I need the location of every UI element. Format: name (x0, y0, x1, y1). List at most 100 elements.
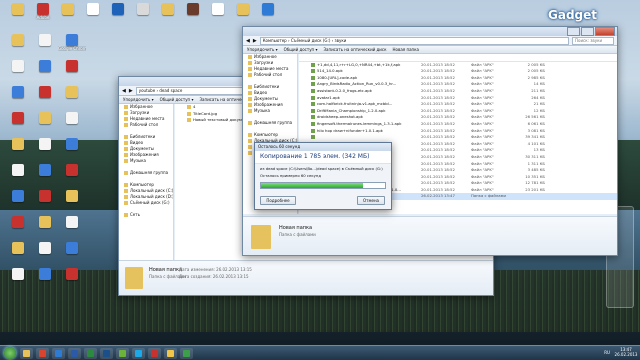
start-button[interactable] (4, 347, 16, 359)
desktop-icon[interactable] (58, 164, 86, 190)
table-row[interactable]: DriftMania_Championship_1.2.0.apk 20.01.2… (299, 108, 617, 115)
maximize-button[interactable] (581, 27, 594, 36)
desktop-icon[interactable] (31, 86, 59, 112)
table-row[interactable]: 20.01.2013 18:52 Файл "APK" 39 341 КБ (299, 134, 617, 141)
desktop-icon[interactable] (79, 3, 107, 29)
desktop-icon[interactable]: Google Chrome (58, 34, 86, 60)
organize-button[interactable]: Упорядочить ▾ (123, 96, 154, 103)
address-bar[interactable]: ◀ ▶ Компьютер › Съёмный диск (G:) › звуки… (243, 36, 617, 46)
taskbar-skype-button[interactable] (132, 347, 145, 359)
desktop-icon[interactable] (31, 112, 59, 138)
desktop-icon[interactable] (4, 138, 32, 164)
file-size: 23 201 КБ (525, 186, 545, 192)
table-row[interactable]: 514_14.0.apk 20.01.2013 18:52 Файл "APK" 2 … (299, 68, 617, 75)
search-input[interactable]: Поиск: звуки (572, 36, 614, 45)
taskbar-opera-button[interactable] (148, 347, 161, 359)
address-field[interactable]: Компьютер › Съёмный диск (G:) › звуки (259, 36, 569, 45)
language-indicator[interactable]: RU (604, 350, 610, 355)
column-headers[interactable] (299, 54, 617, 62)
desktop-icon[interactable] (4, 60, 32, 86)
desktop-icon[interactable] (31, 268, 59, 294)
table-row[interactable]: avatar1.apk 20.01.2013 18:52 Файл "APK" 264… (299, 95, 617, 102)
details-button[interactable]: Подробнее (260, 196, 296, 205)
copy-progress-dialog[interactable]: Осталось 60 секунд Копирование 1 785 эле… (254, 142, 392, 210)
forward-icon[interactable]: ▶ (253, 38, 257, 44)
table-row[interactable]: +1,dd,4,11,r+r+LG,0,+NR44,+bt,+1k,f,apk 2… (299, 62, 617, 69)
desktop-icon[interactable]: Adobe (29, 3, 57, 29)
forward-icon[interactable]: ▶ (129, 88, 133, 94)
desktop-icon[interactable] (58, 242, 86, 268)
desktop-icon[interactable] (31, 190, 59, 216)
taskbar-folder-button[interactable] (20, 347, 33, 359)
taskbar-chrome-button[interactable] (36, 347, 49, 359)
new-folder-button[interactable]: Новая папка (393, 46, 420, 53)
desktop-icon[interactable] (4, 34, 32, 60)
table-row[interactable]: fingersoft.thermalrunes.lemmings_1.3.1.a… (299, 121, 617, 128)
desktop-icon[interactable] (31, 216, 59, 242)
nav-item-label: Недавние места (130, 116, 165, 121)
desktop-icon[interactable] (54, 3, 82, 29)
desktop-icon[interactable] (58, 268, 86, 294)
window-titlebar[interactable] (243, 27, 617, 36)
desktop-icon[interactable] (4, 3, 32, 29)
desktop-icon[interactable] (58, 86, 86, 112)
organize-button[interactable]: Упорядочить ▾ (247, 46, 278, 53)
table-row[interactable]: droidsheep-oneshot.apk 20.01.2013 18:52 Фа… (299, 114, 617, 121)
desktop-icon[interactable] (4, 112, 32, 138)
close-button[interactable] (595, 27, 615, 36)
desktop-icon[interactable] (204, 3, 232, 29)
file-type: Файл "APK" (471, 134, 494, 140)
desktop-icon[interactable] (31, 60, 59, 86)
desktop-icon[interactable] (179, 3, 207, 29)
taskbar-explorer-button[interactable] (164, 347, 177, 359)
explorer-window-sounds[interactable]: ◀ ▶ Компьютер › Съёмный диск (G:) › звуки… (242, 26, 618, 256)
desktop-icon[interactable] (4, 268, 32, 294)
table-row[interactable]: Angry_BirdsRadio_Action_Run_v0.0.3_hr...… (299, 81, 617, 88)
nav-item-label: Домашняя группа (130, 170, 169, 175)
taskbar-camtasia-button[interactable] (180, 347, 193, 359)
share-button[interactable]: Общий доступ ▾ (284, 46, 318, 53)
burn-button[interactable]: Записать на оптический диск (323, 46, 386, 53)
file-size: 3 081 КБ (527, 127, 545, 133)
apk-icon (311, 135, 315, 140)
cancel-button[interactable]: Отмена (357, 196, 385, 205)
desktop-icon[interactable] (4, 164, 32, 190)
desktop-icon[interactable] (58, 190, 86, 216)
minimize-button[interactable] (567, 27, 580, 36)
share-button[interactable]: Общий доступ ▾ (160, 96, 194, 103)
back-icon[interactable]: ◀ (246, 38, 250, 44)
desktop-icon[interactable] (129, 3, 157, 29)
nav-item[interactable]: Домашняя группа (119, 170, 173, 176)
desktop-icon[interactable] (4, 242, 32, 268)
system-clock[interactable]: 13:47 26.02.2013 (614, 347, 638, 357)
file-size: 13 КБ (533, 147, 545, 153)
back-icon[interactable]: ◀ (122, 88, 126, 94)
desktop-icon[interactable] (31, 164, 59, 190)
table-row[interactable]: com.halfbrick.fruitninja-v1.apk_mcbbl...… (299, 101, 617, 108)
nav-item[interactable]: Домашняя группа (243, 120, 297, 126)
desktop-icon[interactable] (58, 216, 86, 242)
taskbar-excel-button[interactable] (84, 347, 97, 359)
desktop-icon[interactable] (4, 86, 32, 112)
taskbar-media-button[interactable] (52, 347, 65, 359)
desktop-icon[interactable] (58, 138, 86, 164)
table-row[interactable]: assistant-0.2.0_frogs-etc.apk 20.01.2013 … (299, 88, 617, 95)
folder-icon (248, 103, 252, 107)
taskbar-torrent-button[interactable] (116, 347, 129, 359)
desktop-icon[interactable] (31, 138, 59, 164)
taskbar-photoshop-button[interactable] (100, 347, 113, 359)
taskbar-word-button[interactable] (68, 347, 81, 359)
nav-item[interactable]: Съёмный диск (G:) (119, 200, 173, 206)
desktop-icon[interactable] (58, 60, 86, 86)
desktop-icon[interactable] (31, 242, 59, 268)
nav-item[interactable]: Сеть (119, 212, 173, 218)
table-row[interactable]: 1080-[URL]-code.apk 20.01.2013 18:52 Файл … (299, 75, 617, 82)
desktop-icon[interactable] (58, 112, 86, 138)
desktop-icon[interactable] (104, 3, 132, 29)
desktop-icon[interactable] (154, 3, 182, 29)
table-row[interactable]: hilo hop draw+nifunder+1.0.1.apk 20.01.20… (299, 128, 617, 135)
desktop-icon[interactable] (4, 190, 32, 216)
file-icon (137, 3, 149, 15)
desktop-icon[interactable] (4, 216, 32, 242)
desktop-icon[interactable] (31, 34, 59, 60)
